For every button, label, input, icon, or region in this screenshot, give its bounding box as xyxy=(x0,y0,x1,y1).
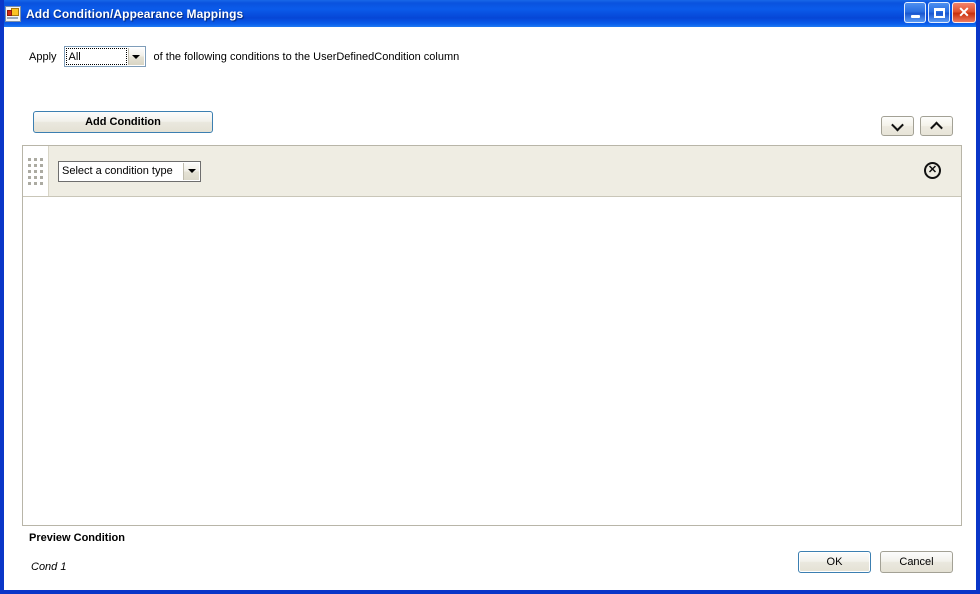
ok-button[interactable]: OK xyxy=(798,551,871,573)
move-down-button[interactable] xyxy=(881,116,914,136)
preview-condition-value: Cond 1 xyxy=(31,561,66,573)
preview-condition-label: Preview Condition xyxy=(29,532,125,544)
window-controls: ✕ xyxy=(904,2,976,23)
window-title: Add Condition/Appearance Mappings xyxy=(26,7,243,21)
cancel-button[interactable]: Cancel xyxy=(880,551,953,573)
chevron-down-icon xyxy=(188,169,196,173)
chevron-down-icon xyxy=(132,55,140,59)
dialog-client-area: Apply All of the following conditions to… xyxy=(4,27,976,590)
minimize-icon xyxy=(911,15,920,18)
apply-scope-dropdown-button[interactable] xyxy=(128,48,144,65)
drag-handle-icon[interactable] xyxy=(23,146,49,196)
close-button[interactable]: ✕ xyxy=(952,2,976,23)
apply-scope-value: All xyxy=(65,51,81,63)
apply-label: Apply xyxy=(29,51,57,63)
condition-type-combobox[interactable]: Select a condition type xyxy=(58,161,201,182)
close-circle-icon: ✕ xyxy=(928,165,937,176)
condition-row[interactable]: Select a condition type ✕ xyxy=(23,146,961,197)
minimize-button[interactable] xyxy=(904,2,926,23)
maximize-button[interactable] xyxy=(928,2,950,23)
dialog-window: Add Condition/Appearance Mappings ✕ Appl… xyxy=(0,0,980,594)
apply-description: of the following conditions to the UserD… xyxy=(154,51,460,63)
apply-scope-combobox[interactable]: All xyxy=(64,46,146,67)
chevron-down-icon xyxy=(891,118,904,131)
delete-condition-button[interactable]: ✕ xyxy=(924,162,941,179)
condition-type-value: Select a condition type xyxy=(59,165,173,177)
chevron-up-icon xyxy=(930,121,943,134)
maximize-icon xyxy=(934,8,945,18)
conditions-panel[interactable]: Select a condition type ✕ xyxy=(22,145,962,526)
move-up-button[interactable] xyxy=(920,116,953,136)
close-icon: ✕ xyxy=(958,5,970,19)
move-buttons-group xyxy=(881,116,953,136)
condition-type-dropdown-button[interactable] xyxy=(183,163,199,180)
dialog-footer-buttons: OK Cancel xyxy=(798,551,953,573)
add-condition-button[interactable]: Add Condition xyxy=(33,111,213,133)
windows-form-icon xyxy=(5,6,21,22)
title-bar: Add Condition/Appearance Mappings ✕ xyxy=(0,0,980,27)
apply-row: Apply All of the following conditions to… xyxy=(29,46,459,67)
